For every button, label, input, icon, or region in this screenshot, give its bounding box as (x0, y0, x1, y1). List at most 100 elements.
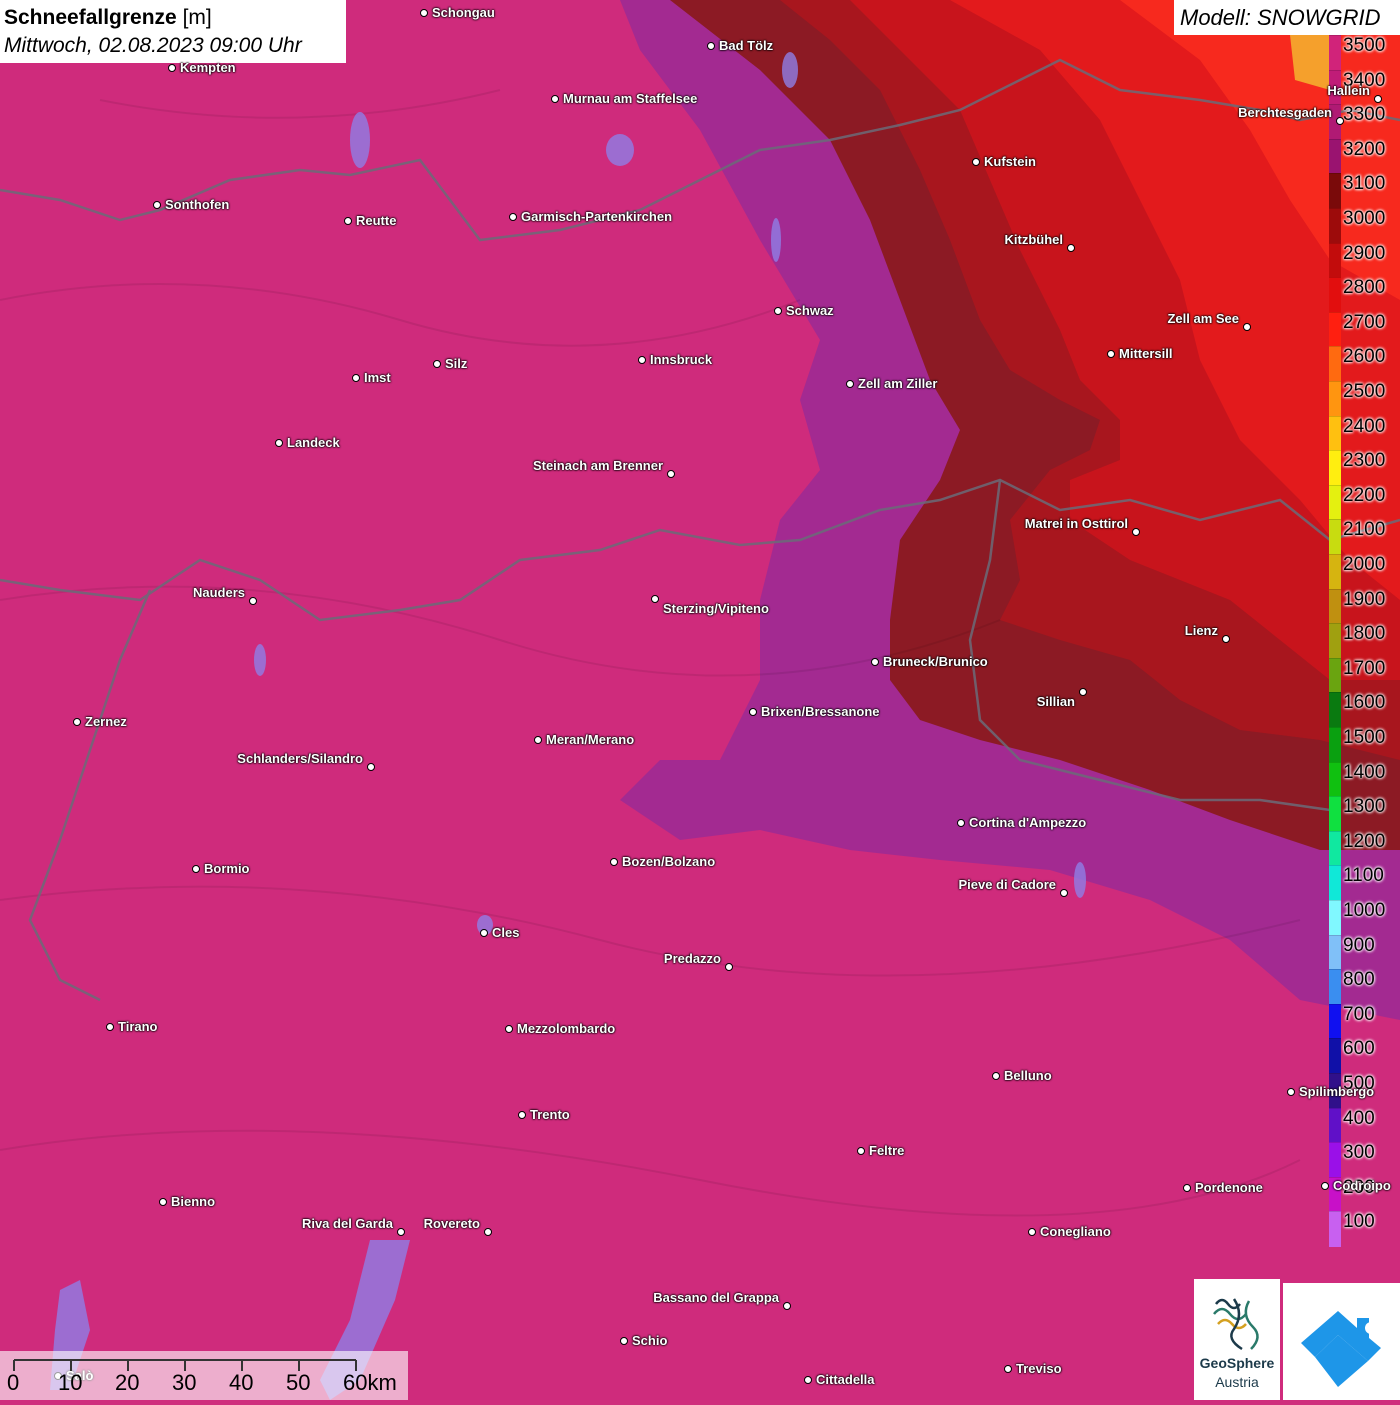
city-label-bienno: Bienno (171, 1194, 216, 1209)
city-marker-brixen-bressanone[interactable] (749, 708, 757, 716)
scale-tick-label: 60km (343, 1370, 397, 1395)
city-label-pordenone: Pordenone (1195, 1180, 1263, 1195)
legend-swatch-3100 (1329, 173, 1341, 209)
city-label-tirano: Tirano (118, 1019, 158, 1034)
city-marker-schwaz[interactable] (774, 307, 782, 315)
city-label-belluno: Belluno (1004, 1068, 1052, 1083)
city-marker-bruneck-brunico[interactable] (871, 658, 879, 666)
city-marker-kufstein[interactable] (972, 158, 980, 166)
legend-swatch-1500 (1329, 727, 1341, 763)
city-label-bozen-bolzano: Bozen/Bolzano (622, 854, 716, 869)
city-label-garmisch-partenkirchen: Garmisch-Partenkirchen (521, 209, 673, 224)
city-marker-pordenone[interactable] (1183, 1184, 1191, 1192)
city-marker-bozen-bolzano[interactable] (610, 858, 618, 866)
geosphere-logo[interactable]: GeoSphere Austria (1194, 1279, 1280, 1400)
city-marker-cortina-d-ampezzo[interactable] (957, 819, 965, 827)
legend-label-2700: 2700 (1343, 311, 1386, 333)
city-marker-hallein[interactable] (1374, 95, 1382, 103)
city-marker-sonthofen[interactable] (153, 201, 161, 209)
city-marker-tirano[interactable] (106, 1023, 114, 1031)
scale-tick-label: 40 (229, 1370, 254, 1395)
legend-swatch-300 (1329, 1142, 1341, 1178)
city-marker-nauders[interactable] (249, 597, 257, 605)
city-marker-innsbruck[interactable] (638, 356, 646, 364)
city-marker-matrei-in-osttirol[interactable] (1132, 528, 1140, 536)
city-label-cles: Cles (492, 925, 520, 940)
city-marker-belluno[interactable] (992, 1072, 1000, 1080)
legend-swatch-1400 (1329, 761, 1341, 798)
city-marker-imst[interactable] (352, 374, 360, 382)
city-marker-berchtesgaden[interactable] (1336, 117, 1344, 125)
city-label-schlanders-silandro: Schlanders/Silandro (237, 751, 363, 766)
city-label-mittersill: Mittersill (1119, 346, 1173, 361)
city-marker-rovereto[interactable] (484, 1228, 492, 1236)
legend-swatch-2000 (1329, 554, 1341, 590)
city-marker-kempten[interactable] (168, 64, 176, 72)
legend-label-1300: 1300 (1343, 796, 1386, 818)
legend-swatch-2500 (1329, 381, 1341, 417)
city-marker-mezzolombardo[interactable] (505, 1025, 513, 1033)
city-marker-pieve-di-cadore[interactable] (1060, 889, 1068, 897)
legend-swatch-2700 (1329, 311, 1341, 348)
city-label-feltre: Feltre (869, 1143, 905, 1158)
city-label-bad-t-lz: Bad Tölz (719, 38, 774, 53)
legend-swatch-2400 (1329, 415, 1341, 452)
geosphere-emblem-icon (1213, 1298, 1259, 1351)
model-label: Modell: SNOWGRID (1174, 0, 1400, 35)
legend-swatch-2800 (1329, 277, 1341, 313)
legend-swatch-3200 (1329, 138, 1341, 175)
city-marker-landeck[interactable] (275, 439, 283, 447)
city-marker-conegliano[interactable] (1028, 1228, 1036, 1236)
city-marker-cittadella[interactable] (804, 1376, 812, 1384)
city-marker-reutte[interactable] (344, 217, 352, 225)
city-marker-silz[interactable] (433, 360, 441, 368)
city-marker-schio[interactable] (620, 1337, 628, 1345)
city-marker-steinach-am-brenner[interactable] (667, 470, 675, 478)
city-marker-murnau-am-staffelsee[interactable] (551, 95, 559, 103)
scale-tick-label: 0 (7, 1370, 20, 1395)
legend-swatch-2100 (1329, 519, 1341, 555)
city-marker-zernez[interactable] (73, 718, 81, 726)
city-marker-spilimbergo[interactable] (1287, 1088, 1295, 1096)
city-marker-predazzo[interactable] (725, 963, 733, 971)
legend-label-2400: 2400 (1343, 415, 1386, 437)
city-marker-bad-t-lz[interactable] (707, 42, 715, 50)
city-marker-kitzb-hel[interactable] (1067, 244, 1075, 252)
city-marker-bienno[interactable] (159, 1198, 167, 1206)
city-marker-meran-merano[interactable] (534, 736, 542, 744)
legend-label-1900: 1900 (1343, 588, 1386, 610)
city-label-steinach-am-brenner: Steinach am Brenner (532, 458, 663, 473)
city-label-schwaz: Schwaz (786, 303, 834, 318)
weather-app-logo[interactable] (1283, 1283, 1400, 1400)
city-marker-mittersill[interactable] (1107, 350, 1115, 358)
city-label-mezzolombardo: Mezzolombardo (517, 1021, 616, 1036)
legend-swatch-2200 (1329, 484, 1341, 521)
city-marker-bassano-del-grappa[interactable] (783, 1302, 791, 1310)
city-marker-cles[interactable] (480, 929, 488, 937)
geosphere-line1: GeoSphere (1199, 1355, 1275, 1371)
city-label-zernez: Zernez (85, 714, 127, 729)
city-marker-garmisch-partenkirchen[interactable] (509, 213, 517, 221)
city-label-hallein: Hallein (1327, 83, 1370, 98)
legend-swatch-800 (1329, 969, 1341, 1005)
city-marker-feltre[interactable] (857, 1147, 865, 1155)
city-marker-codroipo[interactable] (1321, 1182, 1329, 1190)
city-marker-treviso[interactable] (1004, 1365, 1012, 1373)
city-label-rovereto: Rovereto (423, 1216, 480, 1231)
city-marker-riva-del-garda[interactable] (397, 1228, 405, 1236)
city-marker-sterzing-vipiteno[interactable] (651, 595, 659, 603)
city-marker-lienz[interactable] (1222, 635, 1230, 643)
city-marker-bormio[interactable] (192, 865, 200, 873)
city-marker-zell-am-see[interactable] (1243, 323, 1251, 331)
city-label-riva-del-garda: Riva del Garda (301, 1216, 393, 1231)
city-label-innsbruck: Innsbruck (650, 352, 713, 367)
city-label-landeck: Landeck (287, 435, 340, 450)
city-marker-trento[interactable] (518, 1111, 526, 1119)
city-marker-schlanders-silandro[interactable] (367, 763, 375, 771)
map-datetime: Mittwoch, 02.08.2023 09:00 Uhr (4, 34, 302, 57)
city-label-brixen-bressanone: Brixen/Bressanone (761, 704, 880, 719)
city-marker-sillian[interactable] (1079, 688, 1087, 696)
city-marker-schongau[interactable] (420, 9, 428, 17)
city-marker-zell-am-ziller[interactable] (846, 380, 854, 388)
city-label-sonthofen: Sonthofen (165, 197, 230, 212)
